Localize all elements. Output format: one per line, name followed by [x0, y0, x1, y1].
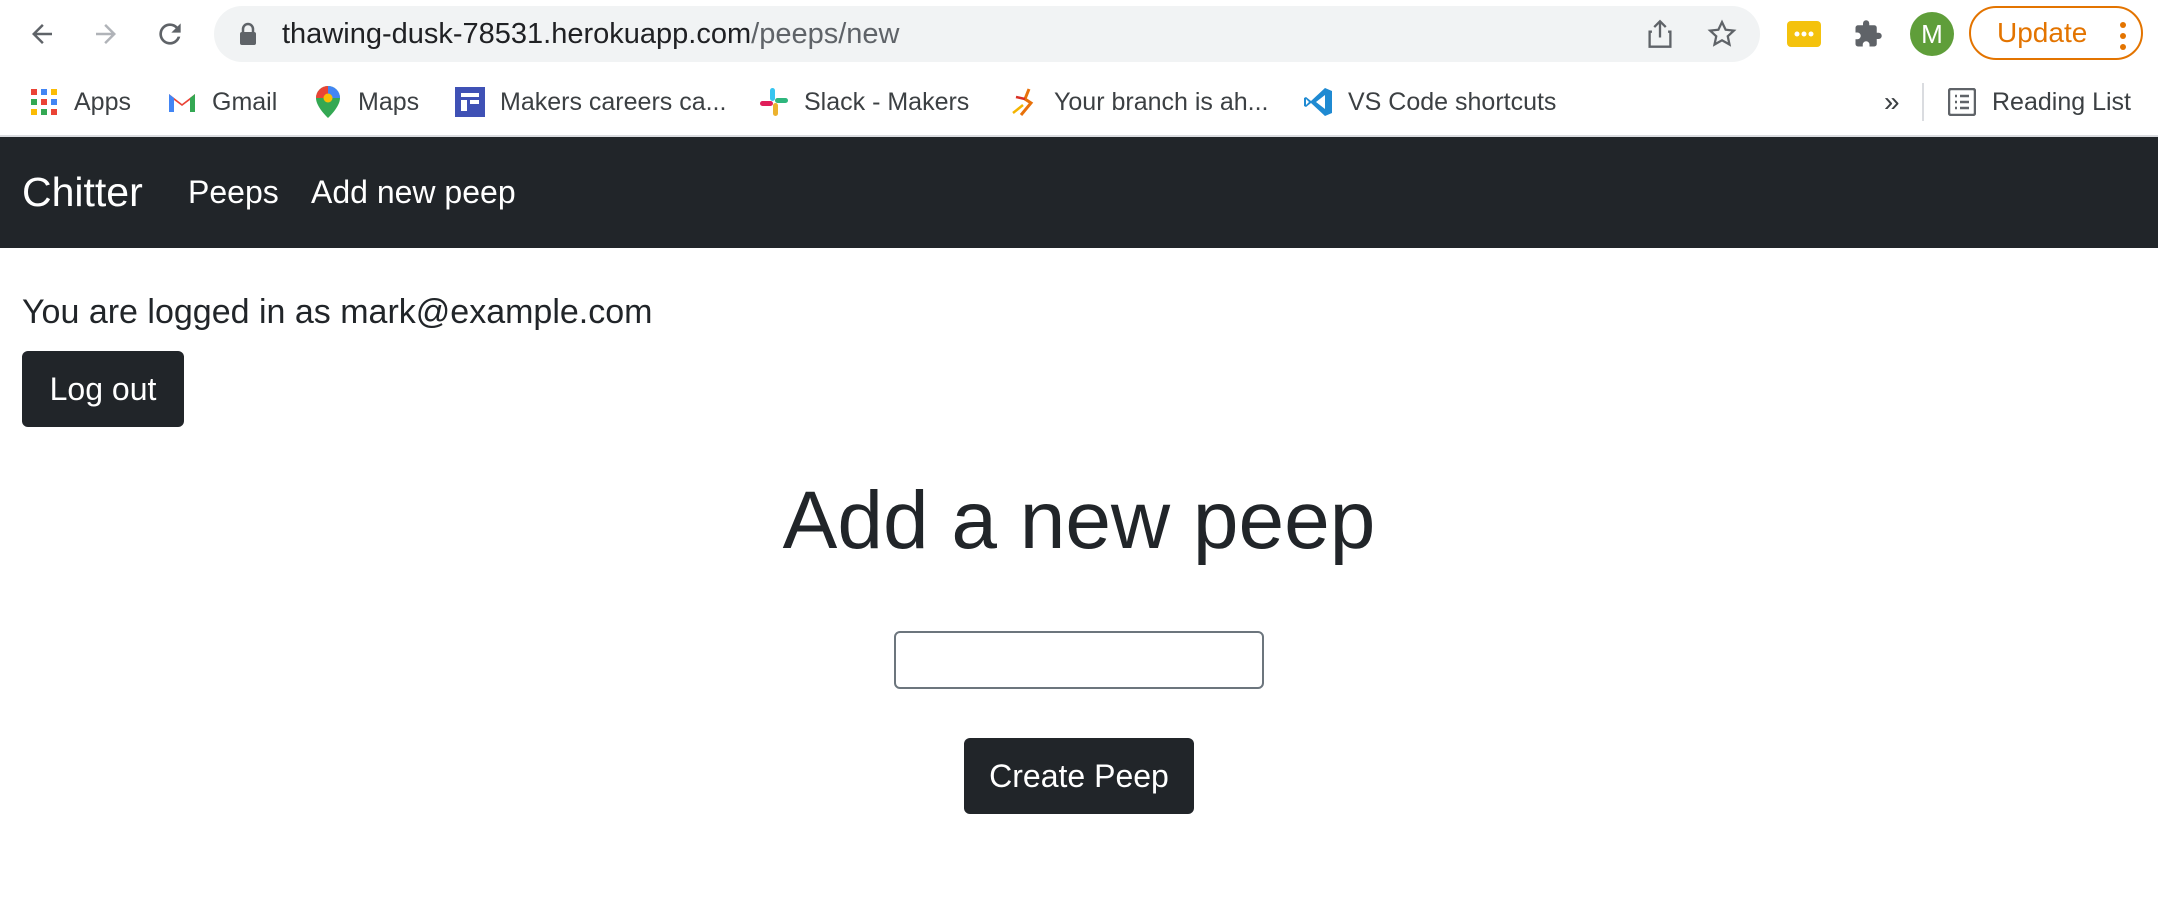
- bookmark-gmail[interactable]: Gmail: [166, 69, 277, 135]
- bookmark-label: Slack - Makers: [804, 87, 970, 116]
- share-icon[interactable]: [1644, 18, 1676, 50]
- bookmarks-overflow-chevron[interactable]: »: [1884, 69, 1900, 135]
- bookmark-makers-careers[interactable]: Makers careers ca...: [454, 69, 726, 135]
- bookmark-vscode-shortcuts[interactable]: VS Code shortcuts: [1302, 69, 1556, 135]
- bookmark-slack[interactable]: Slack - Makers: [758, 69, 969, 135]
- extensions-puzzle-icon[interactable]: [1848, 14, 1888, 54]
- url-host: thawing-dusk-78531.herokuapp.com: [282, 18, 752, 50]
- bookmarks-bar: Apps Gmail Maps Makers careers ca... Sla…: [0, 69, 2158, 137]
- bookmark-label: Apps: [74, 87, 131, 116]
- forward-arrow-icon: [96, 24, 116, 44]
- url-text[interactable]: thawing-dusk-78531.herokuapp.com/peeps/n…: [282, 6, 899, 62]
- brand-link[interactable]: Chitter: [22, 137, 143, 248]
- reload-button[interactable]: [150, 14, 190, 54]
- address-bar[interactable]: thawing-dusk-78531.herokuapp.com/peeps/n…: [214, 6, 1760, 62]
- reading-list-label: Reading List: [1992, 87, 2131, 116]
- vscode-icon: [1302, 86, 1334, 118]
- slack-icon: [758, 86, 790, 118]
- bookmark-label: Gmail: [212, 87, 278, 116]
- back-arrow-icon: [32, 24, 52, 44]
- bookmark-label: Maps: [358, 87, 420, 116]
- app-navbar: Chitter Peeps Add new peep: [0, 137, 2158, 248]
- bookmarks-divider: [1922, 83, 1924, 121]
- menu-dots-icon[interactable]: [2119, 18, 2127, 68]
- logout-button[interactable]: Log out: [22, 351, 184, 427]
- password-extension-icon[interactable]: [1784, 14, 1824, 54]
- update-button[interactable]: Update: [1969, 6, 2143, 60]
- forward-button[interactable]: [86, 14, 126, 54]
- bookmark-label: VS Code shortcuts: [1348, 87, 1557, 116]
- apps-grid-icon: [28, 86, 60, 118]
- update-label: Update: [1997, 17, 2088, 48]
- bookmark-maps[interactable]: Maps: [312, 69, 419, 135]
- bookmark-label: Your branch is ah...: [1054, 87, 1269, 116]
- makers-icon: [454, 86, 486, 118]
- nav-link-add-new-peep[interactable]: Add new peep: [311, 137, 516, 248]
- back-button[interactable]: [22, 14, 62, 54]
- url-path: /peeps/new: [751, 18, 900, 50]
- bookmark-label: Makers careers ca...: [500, 87, 727, 116]
- reading-list[interactable]: Reading List: [1946, 69, 2131, 135]
- logged-in-status: You are logged in as mark@example.com: [22, 293, 653, 331]
- page-title: Add a new peep: [782, 475, 1376, 566]
- lock-icon[interactable]: [238, 22, 258, 51]
- bookmark-your-branch[interactable]: Your branch is ah...: [1008, 69, 1269, 135]
- gmail-icon: [166, 86, 198, 118]
- nav-link-peeps[interactable]: Peeps: [188, 137, 279, 248]
- runner-icon: [1008, 86, 1040, 118]
- reading-list-icon: [1946, 86, 1978, 118]
- create-peep-button[interactable]: Create Peep: [964, 738, 1194, 814]
- reload-icon: [159, 23, 181, 45]
- bookmark-apps[interactable]: Apps: [28, 69, 131, 135]
- maps-pin-icon: [312, 86, 344, 118]
- profile-avatar[interactable]: M: [1910, 12, 1954, 56]
- bookmark-star-icon[interactable]: [1706, 18, 1738, 50]
- peep-text-input[interactable]: [894, 631, 1264, 689]
- browser-toolbar: thawing-dusk-78531.herokuapp.com/peeps/n…: [0, 0, 2158, 69]
